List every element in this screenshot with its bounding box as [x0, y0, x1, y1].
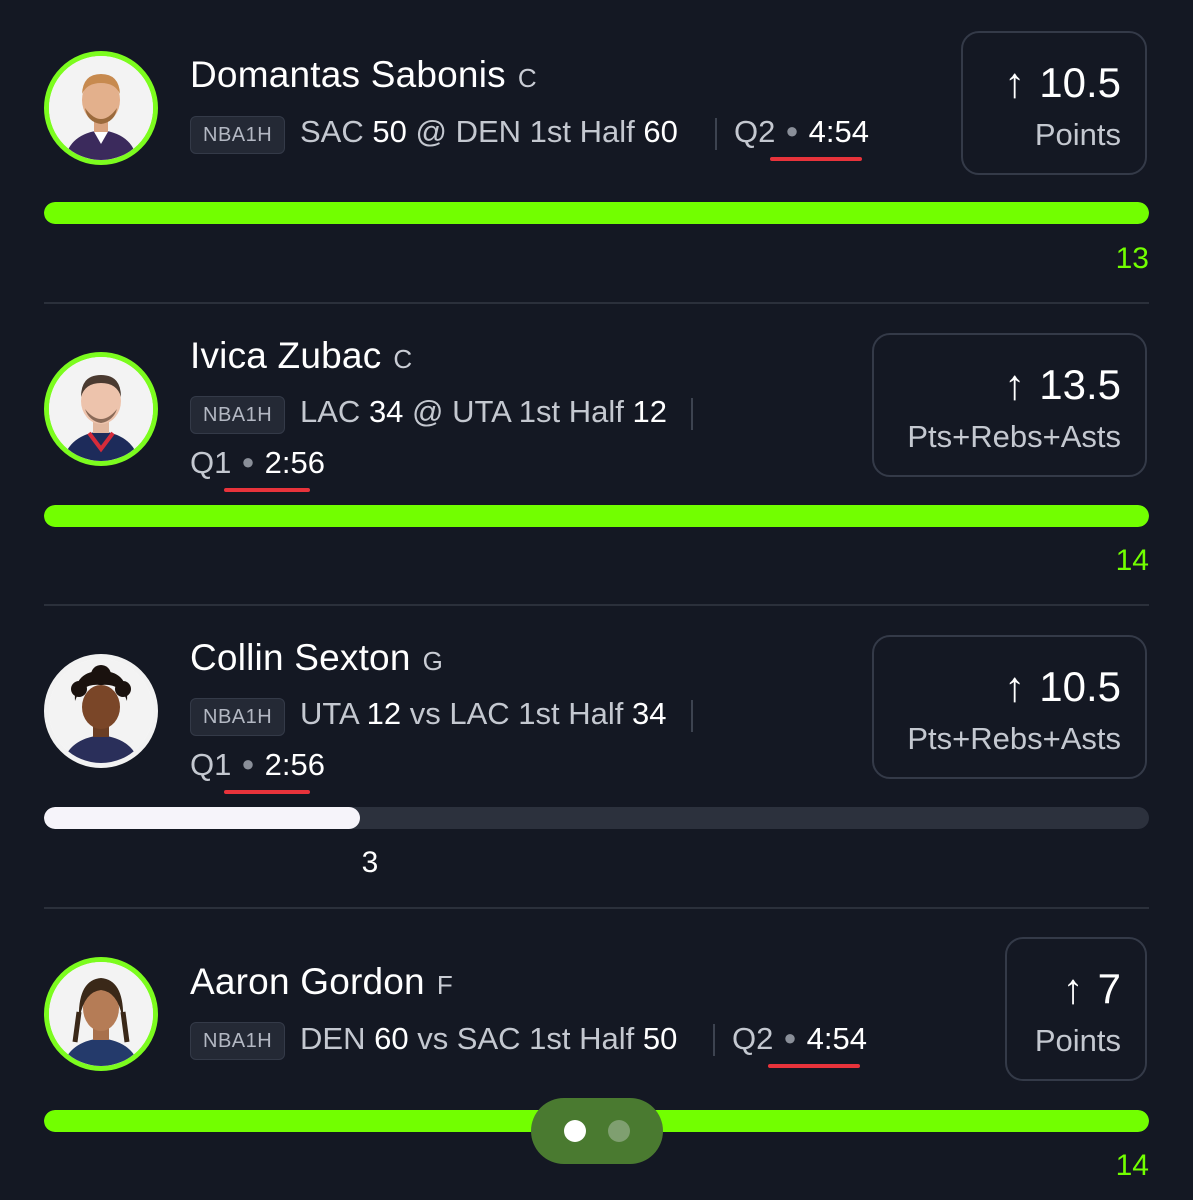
- clock-underline: [224, 790, 310, 794]
- league-badge: NBA1H: [190, 698, 286, 736]
- progress-fill: [44, 807, 361, 829]
- separator: [715, 118, 717, 150]
- line-value: 10.5: [1039, 663, 1121, 710]
- stat-type: Points: [1034, 1023, 1121, 1058]
- arrow-up-icon: ↑: [1004, 59, 1026, 106]
- player-photo-icon: [49, 56, 153, 160]
- progress-fill: [44, 505, 1149, 527]
- divider: [44, 302, 1149, 304]
- separator: [691, 398, 693, 430]
- player-position: G: [422, 646, 444, 676]
- game-clock: Q2 ● 4:54: [734, 114, 869, 149]
- line-value: 7: [1097, 965, 1121, 1012]
- player-position: C: [393, 344, 413, 374]
- player-name[interactable]: Aaron Gordon F: [190, 961, 453, 1003]
- stat-type: Points: [1034, 117, 1121, 152]
- separator: [691, 700, 693, 732]
- player-photo-icon: [49, 659, 153, 763]
- league-badge: NBA1H: [190, 396, 286, 434]
- player-avatar: [44, 654, 158, 768]
- game-clock: Q1 ● 2:56: [190, 445, 325, 480]
- clock-underline: [224, 488, 310, 492]
- separator: [713, 1024, 715, 1056]
- line-value: 10.5: [1039, 59, 1121, 106]
- line-box[interactable]: ↑ 13.5 Pts+Rebs+Asts: [872, 333, 1147, 477]
- player-name[interactable]: Collin Sexton G: [190, 637, 443, 679]
- game-clock: Q2 ● 4:54: [732, 1021, 867, 1056]
- arrow-up-icon: ↑: [1062, 965, 1084, 1012]
- player-photo-icon: [49, 357, 153, 461]
- progress-bar: [44, 202, 1149, 224]
- player-name[interactable]: Ivica Zubac C: [190, 335, 412, 377]
- player-photo-icon: [49, 962, 153, 1066]
- player-avatar: [44, 957, 158, 1071]
- clock-underline: [770, 157, 862, 161]
- divider: [44, 604, 1149, 606]
- page-indicator[interactable]: [531, 1098, 663, 1164]
- game-info: UTA 12 vs LAC 1st Half 34: [300, 696, 667, 731]
- stat-type: Pts+Rebs+Asts: [907, 419, 1121, 454]
- progress-fill: [44, 202, 1149, 224]
- league-badge: NBA1H: [190, 116, 286, 154]
- current-value: 14: [1115, 544, 1149, 577]
- arrow-up-icon: ↑: [1004, 663, 1026, 710]
- page-dot-active[interactable]: [564, 1120, 586, 1142]
- current-value: 14: [1115, 1149, 1149, 1182]
- stat-type: Pts+Rebs+Asts: [907, 721, 1121, 756]
- game-info: LAC 34 @ UTA 1st Half 12: [300, 394, 667, 429]
- player-avatar: [44, 352, 158, 466]
- game-info: SAC 50 @ DEN 1st Half 60: [300, 114, 678, 149]
- current-value: 13: [1115, 242, 1149, 275]
- league-badge: NBA1H: [190, 1022, 286, 1060]
- game-info: DEN 60 vs SAC 1st Half 50: [300, 1021, 678, 1056]
- page-dot[interactable]: [608, 1120, 630, 1142]
- player-position: F: [436, 970, 453, 1000]
- line-value: 13.5: [1039, 361, 1121, 408]
- line-box[interactable]: ↑ 10.5 Points: [961, 31, 1147, 175]
- arrow-up-icon: ↑: [1004, 361, 1026, 408]
- player-avatar: [44, 51, 158, 165]
- progress-bar: [44, 807, 1149, 829]
- player-name[interactable]: Domantas Sabonis C: [190, 54, 537, 96]
- line-box[interactable]: ↑ 10.5 Pts+Rebs+Asts: [872, 635, 1147, 779]
- progress-bar: [44, 505, 1149, 527]
- player-position: C: [517, 63, 537, 93]
- game-clock: Q1 ● 2:56: [190, 747, 325, 782]
- clock-underline: [768, 1064, 860, 1068]
- divider: [44, 907, 1149, 909]
- current-value: 3: [361, 846, 379, 879]
- line-box[interactable]: ↑ 7 Points: [1005, 937, 1147, 1081]
